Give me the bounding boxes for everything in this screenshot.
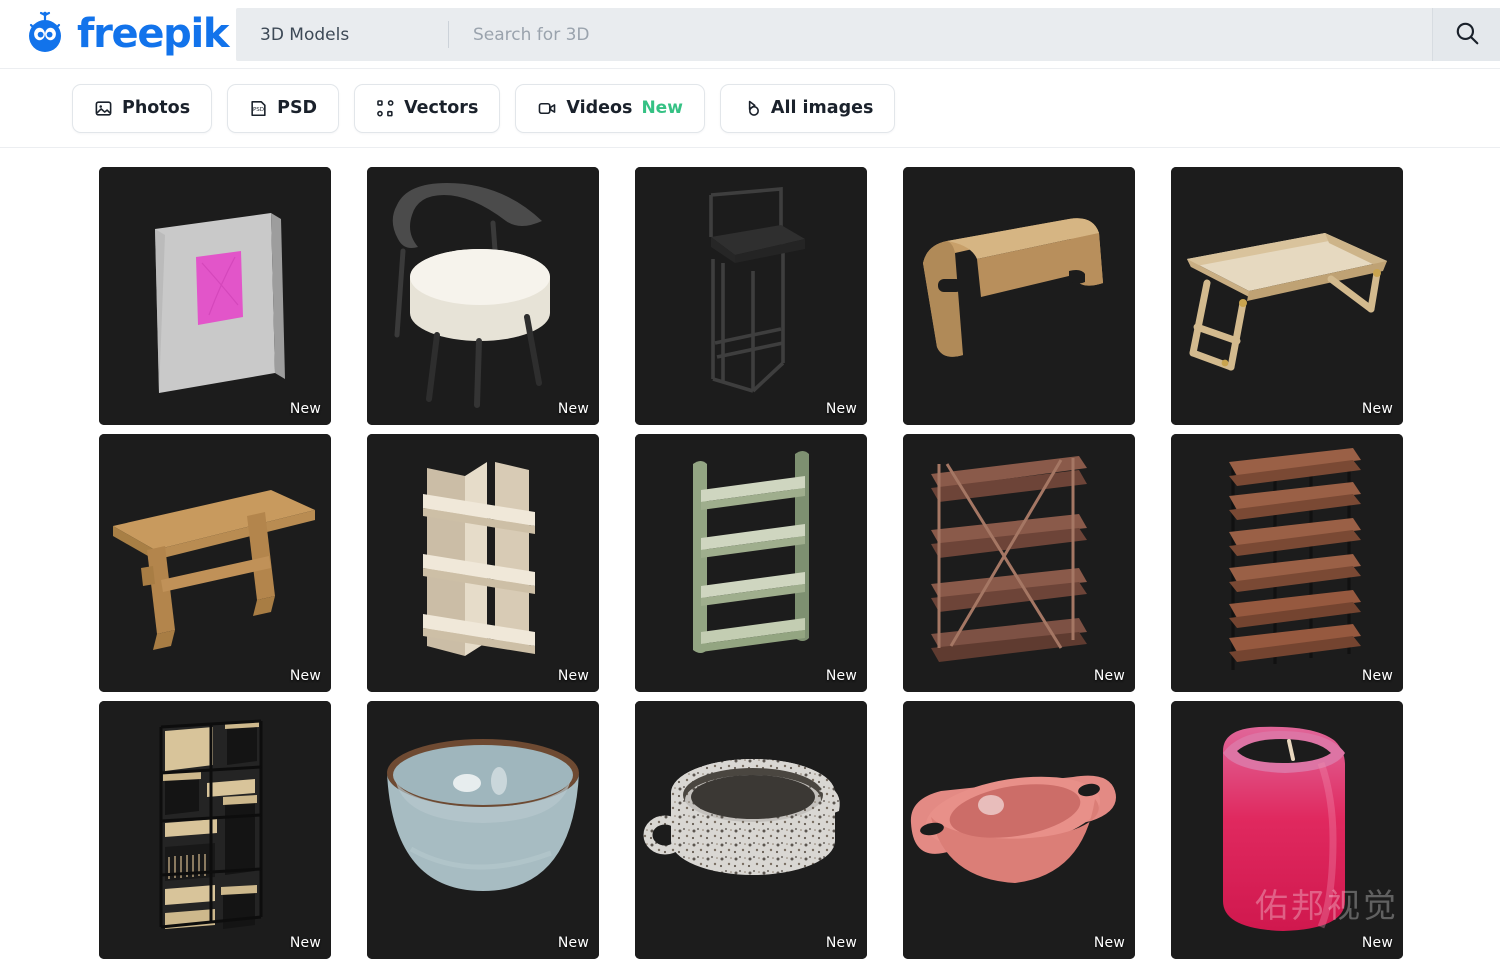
filter-chip-new-badge: New [641, 98, 683, 118]
results-grid: New New New New New New New New New New … [0, 148, 1500, 959]
result-card-wooden-bench-table[interactable]: New [99, 434, 331, 692]
thumbnail-blue-ceramic-bowl [367, 701, 599, 959]
filter-chip-label: Vectors [404, 98, 479, 118]
search-icon [1454, 20, 1480, 49]
thumbnail-pink-pillar-candle [1171, 701, 1403, 959]
result-card-cream-wooden-shelf[interactable]: New [367, 434, 599, 692]
result-card-modular-cube-bookcase[interactable]: New [99, 701, 331, 959]
result-card-tall-metal-wood-rack[interactable]: New [1171, 434, 1403, 692]
thumbnail-round-armchair [367, 167, 599, 425]
result-card-black-bar-stool[interactable]: New [635, 167, 867, 425]
filter-chip-all-images[interactable]: All images [719, 83, 896, 133]
filter-chip-photos[interactable]: Photos [72, 83, 213, 133]
filter-chip-label: All images [770, 98, 874, 118]
thumbnail-wooden-lap-desk [903, 167, 1135, 425]
vector-nodes-icon [376, 99, 395, 118]
thumbnail-green-shoe-rack [635, 434, 867, 692]
all-images-icon [742, 99, 762, 118]
result-card-green-shoe-rack[interactable]: New [635, 434, 867, 692]
result-card-round-armchair[interactable]: New [367, 167, 599, 425]
search-input[interactable] [449, 8, 1432, 61]
thumbnail-walnut-x-bookshelf [903, 434, 1135, 692]
result-card-folding-bed-tray-table[interactable]: New [1171, 167, 1403, 425]
result-card-terrazzo-handled-bowl[interactable]: New [635, 701, 867, 959]
svg-text:PSD: PSD [253, 106, 264, 112]
filter-chip-label: Videos [566, 98, 633, 118]
freepik-logo[interactable]: freepik [22, 11, 230, 57]
result-card-wooden-lap-desk[interactable] [903, 167, 1135, 425]
thumbnail-black-bar-stool [635, 167, 867, 425]
thumbnail-tall-metal-wood-rack [1171, 434, 1403, 692]
thumbnail-terrazzo-handled-bowl [635, 701, 867, 959]
filter-chip-videos[interactable]: Videos New [515, 83, 705, 133]
content-type-filter-bar: Photos PSD PSD Vectors Videos New All im… [0, 69, 1500, 148]
site-header: freepik 3D Models [0, 0, 1500, 69]
thumbnail-cream-wooden-shelf [367, 434, 599, 692]
thumbnail-folding-bed-tray-table [1171, 167, 1403, 425]
search-bar[interactable]: 3D Models [236, 8, 1500, 61]
brand-name: freepik [77, 11, 230, 57]
psd-file-icon: PSD [249, 99, 268, 118]
result-card-blue-ceramic-bowl[interactable]: New [367, 701, 599, 959]
thumbnail-pink-handled-dish [903, 701, 1135, 959]
thumbnail-canvas-frame-art [99, 167, 331, 425]
filter-chip-label: PSD [277, 98, 318, 118]
video-camera-icon [537, 99, 557, 118]
filter-chip-vectors[interactable]: Vectors [354, 83, 501, 133]
filter-chip-label: Photos [122, 98, 191, 118]
result-card-pink-handled-dish[interactable]: New [903, 701, 1135, 959]
result-card-pink-pillar-candle[interactable]: 佑邦视觉 New [1171, 701, 1403, 959]
result-card-walnut-x-bookshelf[interactable]: New [903, 434, 1135, 692]
photo-icon [94, 99, 113, 118]
freepik-robot-logo-icon [22, 11, 68, 57]
thumbnail-wooden-bench-table [99, 434, 331, 692]
thumbnail-modular-cube-bookcase [99, 701, 331, 959]
result-card-canvas-frame-art[interactable]: New [99, 167, 331, 425]
search-submit-button[interactable] [1432, 8, 1500, 61]
search-category-selector[interactable]: 3D Models [236, 8, 449, 61]
filter-chip-psd[interactable]: PSD PSD [227, 83, 340, 133]
